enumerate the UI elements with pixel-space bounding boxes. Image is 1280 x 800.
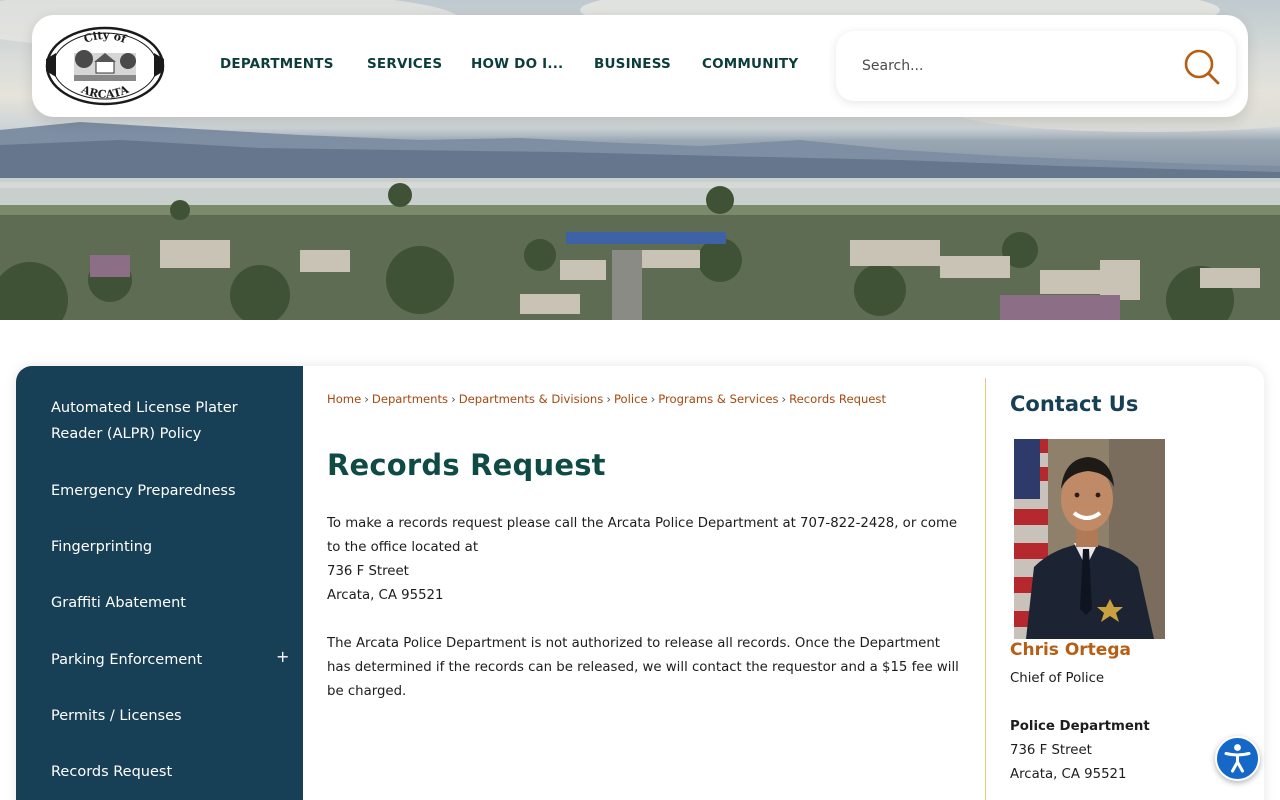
breadcrumb-separator: ›: [606, 392, 611, 406]
breadcrumb-separator: ›: [364, 392, 369, 406]
breadcrumb-departments-divisions[interactable]: Departments & Divisions: [459, 392, 604, 406]
sidebar-item-records-request[interactable]: Records Request: [51, 759, 261, 785]
sidebar-item-alpr-policy[interactable]: Automated License Plater Reader (ALPR) P…: [51, 395, 261, 447]
sidebar-item-parking-enforcement[interactable]: Parking Enforcement: [51, 647, 261, 673]
sidebar-nav: Automated License Plater Reader (ALPR) P…: [16, 366, 303, 800]
chief-portrait-image: [1014, 439, 1165, 639]
sidebar-item-graffiti-abatement[interactable]: Graffiti Abatement: [51, 590, 261, 616]
search-input[interactable]: [862, 53, 1162, 79]
chief-photo: [1014, 439, 1165, 639]
breadcrumb-separator: ›: [451, 392, 456, 406]
nav-how-do-i[interactable]: HOW DO I...: [471, 56, 563, 72]
paragraph-release-policy: The Arcata Police Department is not auth…: [327, 632, 967, 704]
department-street: 736 F Street: [1010, 743, 1092, 758]
site-header: City of ARCATA DEPARTMENTS SERVICES HOW …: [32, 15, 1248, 117]
nav-business[interactable]: BUSINESS: [594, 56, 671, 72]
page-title: Records Request: [327, 448, 606, 482]
city-seal-icon: City of ARCATA: [45, 26, 165, 106]
breadcrumb-departments[interactable]: Departments: [372, 392, 448, 406]
plus-icon[interactable]: +: [276, 647, 289, 666]
sidebar-item-emergency-preparedness[interactable]: Emergency Preparedness: [51, 478, 261, 504]
paragraph-line: to the office located at: [327, 540, 479, 555]
nav-services[interactable]: SERVICES: [367, 56, 442, 72]
search-button[interactable]: [1182, 47, 1222, 87]
paragraph-line: has determined if the records can be rel…: [327, 660, 959, 675]
content-card: Automated License Plater Reader (ALPR) P…: [16, 366, 1264, 800]
chief-role: Chief of Police: [1010, 671, 1105, 686]
breadcrumb-separator: ›: [781, 392, 787, 406]
sidebar-item-fingerprinting[interactable]: Fingerprinting: [51, 534, 261, 560]
chief-name-link[interactable]: Chris Ortega: [1010, 640, 1131, 660]
nav-departments[interactable]: DEPARTMENTS: [220, 56, 334, 72]
paragraph-contact-info: To make a records request please call th…: [327, 512, 967, 608]
accessibility-icon: [1224, 744, 1251, 773]
search-box: [836, 31, 1236, 101]
department-city: Arcata, CA 95521: [1010, 767, 1127, 782]
breadcrumb-separator: ›: [650, 392, 656, 406]
accessibility-button[interactable]: [1215, 736, 1260, 781]
contact-title: Contact Us: [1010, 392, 1139, 416]
breadcrumb-home[interactable]: Home: [327, 392, 361, 406]
breadcrumb-police[interactable]: Police: [614, 392, 648, 406]
breadcrumb-records-request[interactable]: Records Request: [789, 392, 886, 406]
sidebar-item-permits-licenses[interactable]: Permits / Licenses: [51, 703, 261, 729]
city-logo[interactable]: City of ARCATA: [44, 25, 166, 107]
paragraph-line: be charged.: [327, 684, 407, 699]
department-name: Police Department: [1010, 719, 1150, 734]
breadcrumb: Home › Departments › Departments & Divisions…: [327, 392, 886, 406]
paragraph-line: 736 F Street: [327, 564, 409, 579]
nav-community[interactable]: COMMUNITY: [702, 56, 798, 72]
paragraph-line: To make a records request please call th…: [327, 516, 958, 531]
search-icon: [1184, 49, 1220, 85]
paragraph-line: The Arcata Police Department is not auth…: [327, 636, 940, 651]
paragraph-line: Arcata, CA 95521: [327, 588, 444, 603]
breadcrumb-programs-services[interactable]: Programs & Services: [658, 392, 778, 406]
column-divider: [985, 378, 986, 800]
